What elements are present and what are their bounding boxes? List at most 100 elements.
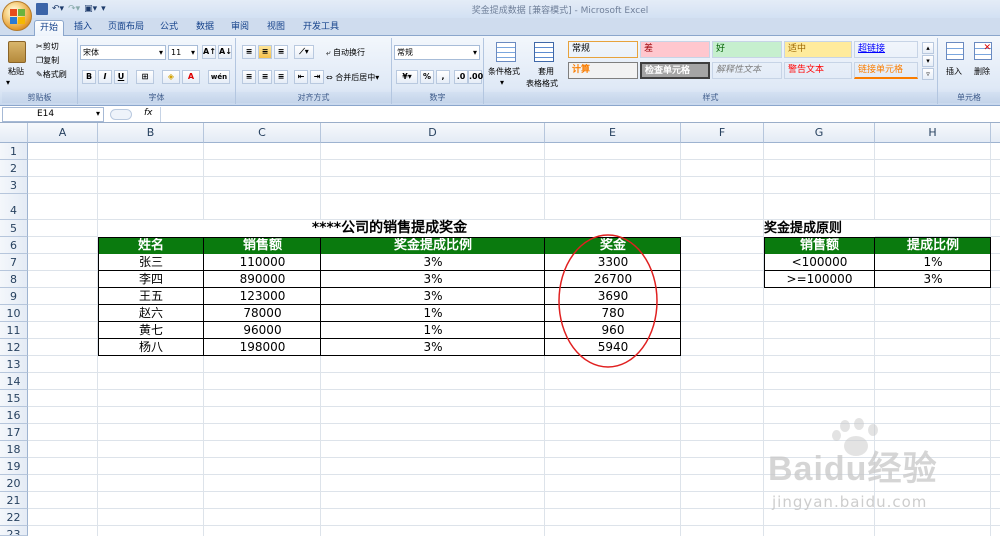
style-linked-cell[interactable]: 链接单元格 — [854, 62, 918, 79]
row-header[interactable]: 10 — [0, 305, 28, 322]
style-neutral[interactable]: 适中 — [784, 41, 852, 58]
table-cell-ratio[interactable]: 3% — [321, 339, 545, 356]
tab-insert[interactable]: 插入 — [70, 20, 96, 36]
paste-button[interactable]: 粘贴 — [8, 66, 24, 77]
row-header[interactable]: 18 — [0, 441, 28, 458]
shrink-font-button[interactable]: A↓ — [218, 45, 232, 59]
align-top-icon[interactable]: ≡ — [242, 45, 256, 59]
row-header[interactable]: 2 — [0, 160, 28, 177]
style-good[interactable]: 好 — [712, 41, 782, 58]
table-cell-ratio[interactable]: 3% — [321, 271, 545, 288]
column-header-e[interactable]: E — [545, 123, 681, 143]
select-all-corner[interactable] — [0, 123, 28, 143]
decrease-decimal-icon[interactable]: .00 — [468, 70, 483, 84]
table-format-button-line2[interactable]: 表格格式 — [526, 78, 558, 89]
table-cell-ratio[interactable]: 1% — [321, 322, 545, 339]
row-header[interactable]: 16 — [0, 407, 28, 424]
phonetic-button[interactable]: wén — [208, 70, 230, 84]
bold-button[interactable]: B — [82, 70, 96, 84]
row-header[interactable]: 20 — [0, 475, 28, 492]
style-check-cell[interactable]: 检查单元格 — [640, 62, 710, 79]
delete-cells-icon[interactable]: ✕ — [974, 42, 992, 60]
row-header[interactable]: 4 — [0, 194, 28, 220]
column-header-f[interactable]: F — [681, 123, 764, 143]
table-cell-ratio[interactable]: 3% — [321, 288, 545, 305]
row-header[interactable]: 11 — [0, 322, 28, 339]
align-bottom-icon[interactable]: ≡ — [274, 45, 288, 59]
styles-more-icon[interactable]: ▿ — [922, 68, 934, 80]
tab-review[interactable]: 审阅 — [227, 20, 253, 36]
row-header[interactable]: 22 — [0, 509, 28, 526]
row-header[interactable]: 5 — [0, 220, 28, 237]
table-cell-name[interactable]: 王五 — [98, 288, 204, 305]
wrap-text-button[interactable]: ⤶ 自动换行 — [326, 47, 365, 58]
formula-bar-grip-icon[interactable] — [110, 109, 132, 120]
formula-input[interactable] — [160, 107, 998, 122]
align-center-icon[interactable]: ≡ — [258, 70, 272, 84]
style-hyperlink[interactable]: 超链接 — [854, 41, 918, 58]
table-cell-ratio[interactable]: 3% — [321, 254, 545, 271]
row-header[interactable]: 23 — [0, 526, 28, 536]
row-header[interactable]: 9 — [0, 288, 28, 305]
font-size-combo[interactable]: 11 ▾ — [168, 45, 198, 60]
style-calculation[interactable]: 计算 — [568, 62, 638, 79]
tab-home[interactable]: 开始 — [34, 20, 64, 36]
row-header[interactable]: 1 — [0, 143, 28, 160]
row-header[interactable]: 15 — [0, 390, 28, 407]
align-right-icon[interactable]: ≡ — [274, 70, 288, 84]
table-cell-sales[interactable]: 110000 — [204, 254, 321, 271]
table-cell-sales[interactable]: 890000 — [204, 271, 321, 288]
insert-function-button[interactable]: fx — [144, 108, 153, 118]
percent-button[interactable]: % — [420, 70, 434, 84]
number-format-combo[interactable]: 常规 ▾ — [394, 45, 480, 60]
tab-view[interactable]: 视图 — [263, 20, 289, 36]
decrease-indent-icon[interactable]: ⇤ — [294, 70, 308, 84]
fill-color-icon[interactable]: ◈ — [162, 70, 180, 84]
paste-icon[interactable] — [8, 41, 26, 63]
name-box[interactable]: E14 — [2, 107, 104, 122]
rule-cell-sales[interactable]: <100000 — [764, 254, 875, 271]
rule-cell-sales[interactable]: >=100000 — [764, 271, 875, 288]
column-header-c[interactable]: C — [204, 123, 321, 143]
delete-cells-button[interactable]: 删除 — [974, 66, 990, 77]
worksheet-grid[interactable]: A B C D E F G H 1 2 3 4 5 6 7 8 9 10 11 … — [0, 123, 1000, 536]
increase-decimal-icon[interactable]: .0 — [454, 70, 468, 84]
conditional-format-dropdown-icon[interactable]: ▾ — [500, 78, 504, 87]
table-cell-sales[interactable]: 123000 — [204, 288, 321, 305]
table-format-icon[interactable] — [534, 42, 554, 62]
insert-cells-icon[interactable] — [946, 42, 964, 60]
table-cell-name[interactable]: 黄七 — [98, 322, 204, 339]
align-middle-icon[interactable]: ≡ — [258, 45, 272, 59]
styles-scroll-up-icon[interactable]: ▴ — [922, 42, 934, 54]
style-explanatory[interactable]: 解释性文本 — [712, 62, 782, 79]
comma-button[interactable]: , — [436, 70, 450, 84]
font-color-button[interactable]: A — [182, 70, 200, 84]
column-header-b[interactable]: B — [98, 123, 204, 143]
grow-font-button[interactable]: A↑ — [202, 45, 216, 59]
table-cell-name[interactable]: 赵六 — [98, 305, 204, 322]
insert-cells-button[interactable]: 插入 — [946, 66, 962, 77]
tab-formulas[interactable]: 公式 — [156, 20, 182, 36]
column-header-a[interactable]: A — [28, 123, 98, 143]
currency-icon[interactable]: ¥▾ — [396, 70, 418, 84]
tab-data[interactable]: 数据 — [192, 20, 218, 36]
row-header[interactable]: 3 — [0, 177, 28, 194]
office-button[interactable] — [2, 1, 32, 31]
name-box-dropdown-icon[interactable]: ▾ — [96, 109, 100, 118]
italic-button[interactable]: I — [98, 70, 112, 84]
increase-indent-icon[interactable]: ⇥ — [310, 70, 324, 84]
table-cell-name[interactable]: 张三 — [98, 254, 204, 271]
table-cell-ratio[interactable]: 1% — [321, 305, 545, 322]
column-header-g[interactable]: G — [764, 123, 875, 143]
merge-center-button[interactable]: ⇔ 合并后居中▾ — [326, 72, 379, 83]
font-name-combo[interactable]: 宋体 ▾ — [80, 45, 166, 60]
column-header-d[interactable]: D — [321, 123, 545, 143]
table-format-button[interactable]: 套用 — [538, 66, 554, 77]
row-header[interactable]: 14 — [0, 373, 28, 390]
align-left-icon[interactable]: ≡ — [242, 70, 256, 84]
row-header[interactable]: 21 — [0, 492, 28, 509]
table-cell-sales[interactable]: 78000 — [204, 305, 321, 322]
style-bad[interactable]: 差 — [640, 41, 710, 58]
column-header-i-partial[interactable] — [991, 123, 1000, 143]
styles-scroll-down-icon[interactable]: ▾ — [922, 55, 934, 67]
